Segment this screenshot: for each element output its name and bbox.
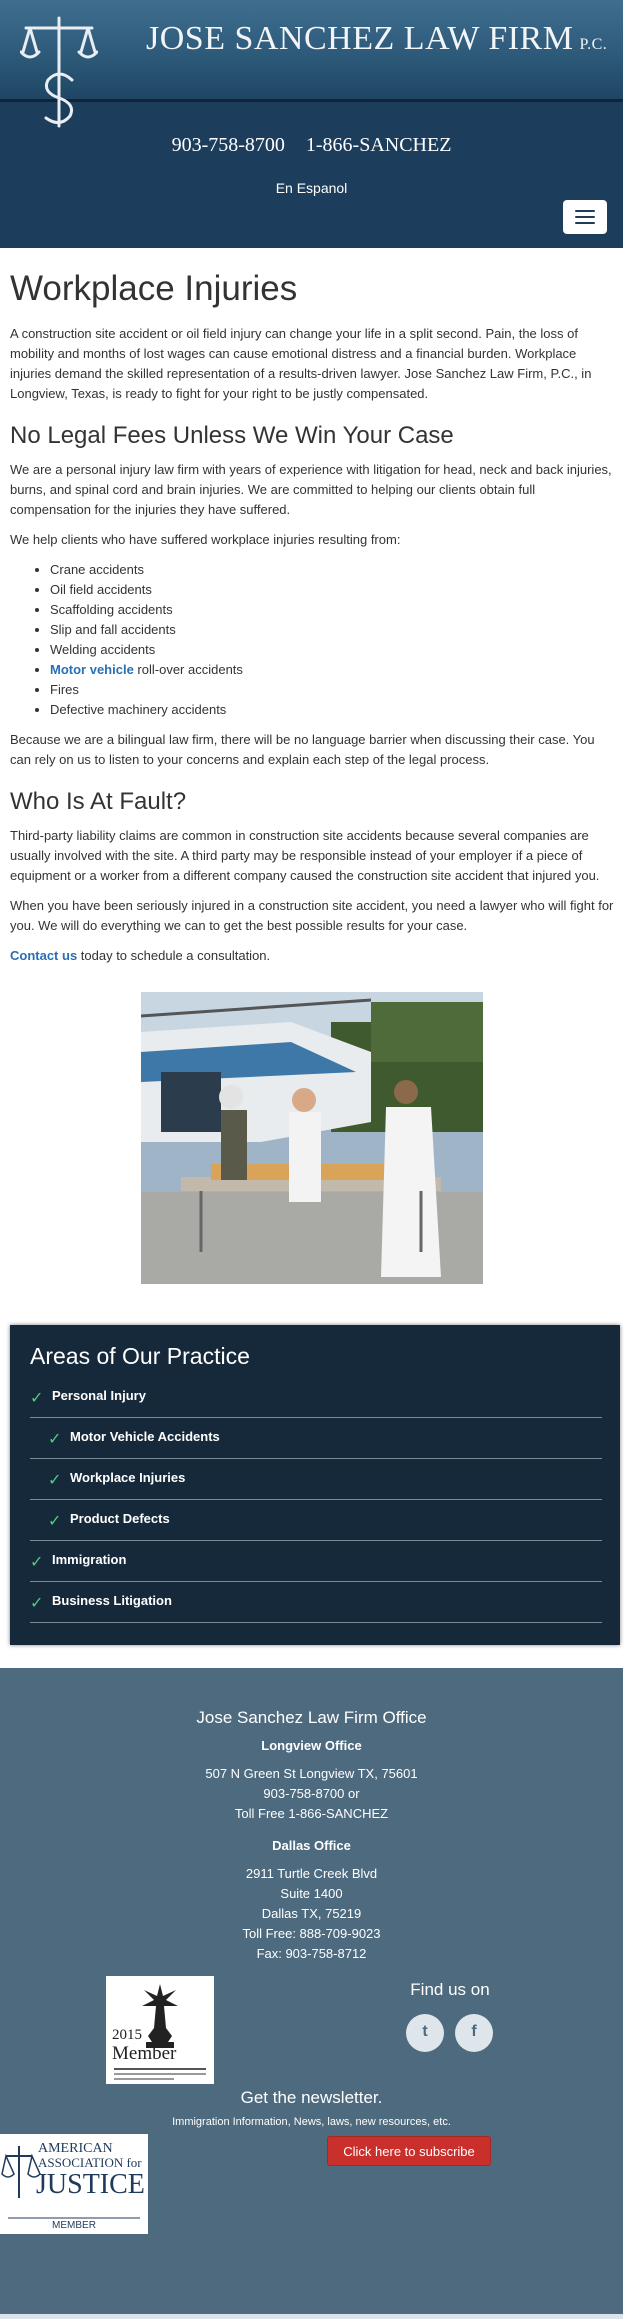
aaj-line-2: ASSOCIATION for <box>38 2155 142 2170</box>
check-icon: ✓ <box>30 1390 44 1407</box>
badge-year: 2015 <box>112 2027 142 2043</box>
list-item: Welding accidents <box>50 640 614 660</box>
practice-item-business-litigation[interactable]: ✓ Business Litigation <box>30 1582 602 1623</box>
paragraph: We help clients who have suffered workpl… <box>10 532 401 547</box>
newsletter-title: Get the newsletter. <box>240 2088 383 2107</box>
contact-paragraph: Contact us today to schedule a consultat… <box>10 946 614 966</box>
list-item: Crane accidents <box>50 560 614 580</box>
longview-toll-free[interactable]: Toll Free 1-866-SANCHEZ <box>0 1806 623 1821</box>
twitter-glyph: t <box>422 2023 428 2040</box>
contact-text: today to schedule a consultation. <box>77 948 271 963</box>
practice-item-motor-vehicle-accidents[interactable]: ✓ Motor Vehicle Accidents <box>30 1418 602 1459</box>
practice-item-label: Immigration <box>52 1552 127 1567</box>
menu-bar <box>575 210 595 212</box>
practice-item-workplace-injuries[interactable]: ✓ Workplace Injuries <box>30 1459 602 1500</box>
check-icon: ✓ <box>48 1472 62 1489</box>
menu-bar <box>575 216 595 218</box>
facebook-glyph: f <box>471 2023 477 2040</box>
phone-toll-free[interactable]: 1-866-SANCHEZ <box>306 134 452 156</box>
longview-phone[interactable]: 903-758-8700 or <box>0 1786 623 1801</box>
newsletter-description: Immigration Information, News, laws, new… <box>172 2116 451 2128</box>
helicopter-rescue-photo <box>141 992 483 1284</box>
practice-item-label: Business Litigation <box>52 1593 172 1608</box>
longview-address: 507 N Green St Longview TX, 75601 <box>205 1766 418 1781</box>
contact-us-link[interactable]: Contact us <box>10 948 77 963</box>
page-bottom-bar <box>0 2314 623 2319</box>
dallas-city: Dallas TX, 75219 <box>261 1906 362 1921</box>
subscribe-button[interactable]: Click here to subscribe <box>327 2136 491 2166</box>
paragraph: Because we are a bilingual law firm, the… <box>10 732 595 767</box>
accident-list: Crane accidents Oil field accidents Scaf… <box>10 560 614 720</box>
list-item: Oil field accidents <box>50 580 614 600</box>
practice-item-label: Product Defects <box>70 1511 170 1526</box>
check-icon: ✓ <box>30 1554 44 1571</box>
practice-item-label: Motor Vehicle Accidents <box>70 1429 220 1444</box>
page-title: Workplace Injuries <box>10 269 298 308</box>
practice-item-immigration[interactable]: ✓ Immigration <box>30 1541 602 1582</box>
badge-label: Member <box>112 2043 177 2064</box>
dallas-suite: Suite 1400 <box>280 1886 343 1901</box>
firm-name-text: JOSE SANCHEZ LAW FIRM <box>146 20 574 57</box>
member-badge[interactable]: 2015 Member <box>106 1976 214 2084</box>
aaj-line-4: MEMBER <box>52 2220 96 2231</box>
phone-numbers: 903-758-8700 1-866-SANCHEZ <box>0 134 623 157</box>
practice-item-product-defects[interactable]: ✓ Product Defects <box>30 1500 602 1541</box>
practice-areas-list: ✓ Personal Injury ✓ Motor Vehicle Accident… <box>30 1377 602 1623</box>
motor-vehicle-link[interactable]: Motor vehicle <box>50 662 134 677</box>
dallas-fax: Fax: 903-758-8712 <box>256 1946 367 1961</box>
section-heading-legal-fees: No Legal Fees Unless We Win Your Case <box>10 422 454 449</box>
dallas-toll-free[interactable]: Toll Free: 888-709-9023 <box>0 1926 623 1941</box>
scales-of-justice-logo-icon[interactable] <box>20 14 98 132</box>
site-footer: Jose Sanchez Law Firm Office Longview Of… <box>0 1668 623 2319</box>
practice-item-label: Workplace Injuries <box>70 1470 186 1485</box>
practice-areas-panel: Areas of Our Practice ✓ Personal Injury ✓… <box>10 1325 620 1645</box>
longview-office-title: Longview Office <box>261 1738 362 1753</box>
aaj-line-3: JUSTICE <box>36 2169 145 2200</box>
firm-name[interactable]: JOSE SANCHEZ LAW FIRM P.C. <box>146 20 607 58</box>
practice-item-personal-injury[interactable]: ✓ Personal Injury <box>30 1377 602 1418</box>
aaj-line-1: AMERICAN <box>38 2141 113 2156</box>
language-link[interactable]: En Espanol <box>0 180 623 196</box>
check-icon: ✓ <box>48 1513 62 1530</box>
dallas-street: 2911 Turtle Creek Blvd <box>245 1866 378 1881</box>
list-item: Scaffolding accidents <box>50 600 614 620</box>
paragraph: When you have been seriously injured in … <box>10 898 614 933</box>
dallas-office-title: Dallas Office <box>272 1838 351 1853</box>
twitter-icon[interactable]: t <box>406 2014 444 2052</box>
practice-item-label: Personal Injury <box>52 1388 146 1403</box>
facebook-icon[interactable]: f <box>455 2014 493 2052</box>
check-icon: ✓ <box>30 1595 44 1612</box>
find-us-label: Find us on <box>410 1980 490 1999</box>
menu-bar <box>575 222 595 224</box>
main-content: Workplace Injuries A construction site a… <box>10 262 614 1284</box>
list-item-text: roll-over accidents <box>137 662 243 677</box>
phone-local[interactable]: 903-758-8700 <box>172 134 285 156</box>
list-item: Defective machinery accidents <box>50 700 614 720</box>
list-item: Motor vehicle roll-over accidents <box>50 660 614 680</box>
office-title: Jose Sanchez Law Firm Office <box>196 1708 427 1727</box>
section-heading-fault: Who Is At Fault? <box>10 788 187 815</box>
practice-areas-title: Areas of Our Practice <box>30 1343 250 1369</box>
check-icon: ✓ <box>48 1431 62 1448</box>
firm-suffix: P.C. <box>579 36 608 53</box>
list-item: Fires <box>50 680 614 700</box>
list-item: Slip and fall accidents <box>50 620 614 640</box>
hamburger-menu-icon[interactable] <box>563 200 607 234</box>
aaj-member-logo[interactable]: AMERICAN ASSOCIATION for JUSTICE MEMBER <box>0 2134 148 2234</box>
intro-paragraph: A construction site accident or oil fiel… <box>10 326 592 401</box>
paragraph: We are a personal injury law firm with y… <box>10 462 612 517</box>
site-header: JOSE SANCHEZ LAW FIRM P.C. 903-758-8700 1… <box>0 0 623 248</box>
paragraph: Third-party liability claims are common … <box>10 828 600 883</box>
